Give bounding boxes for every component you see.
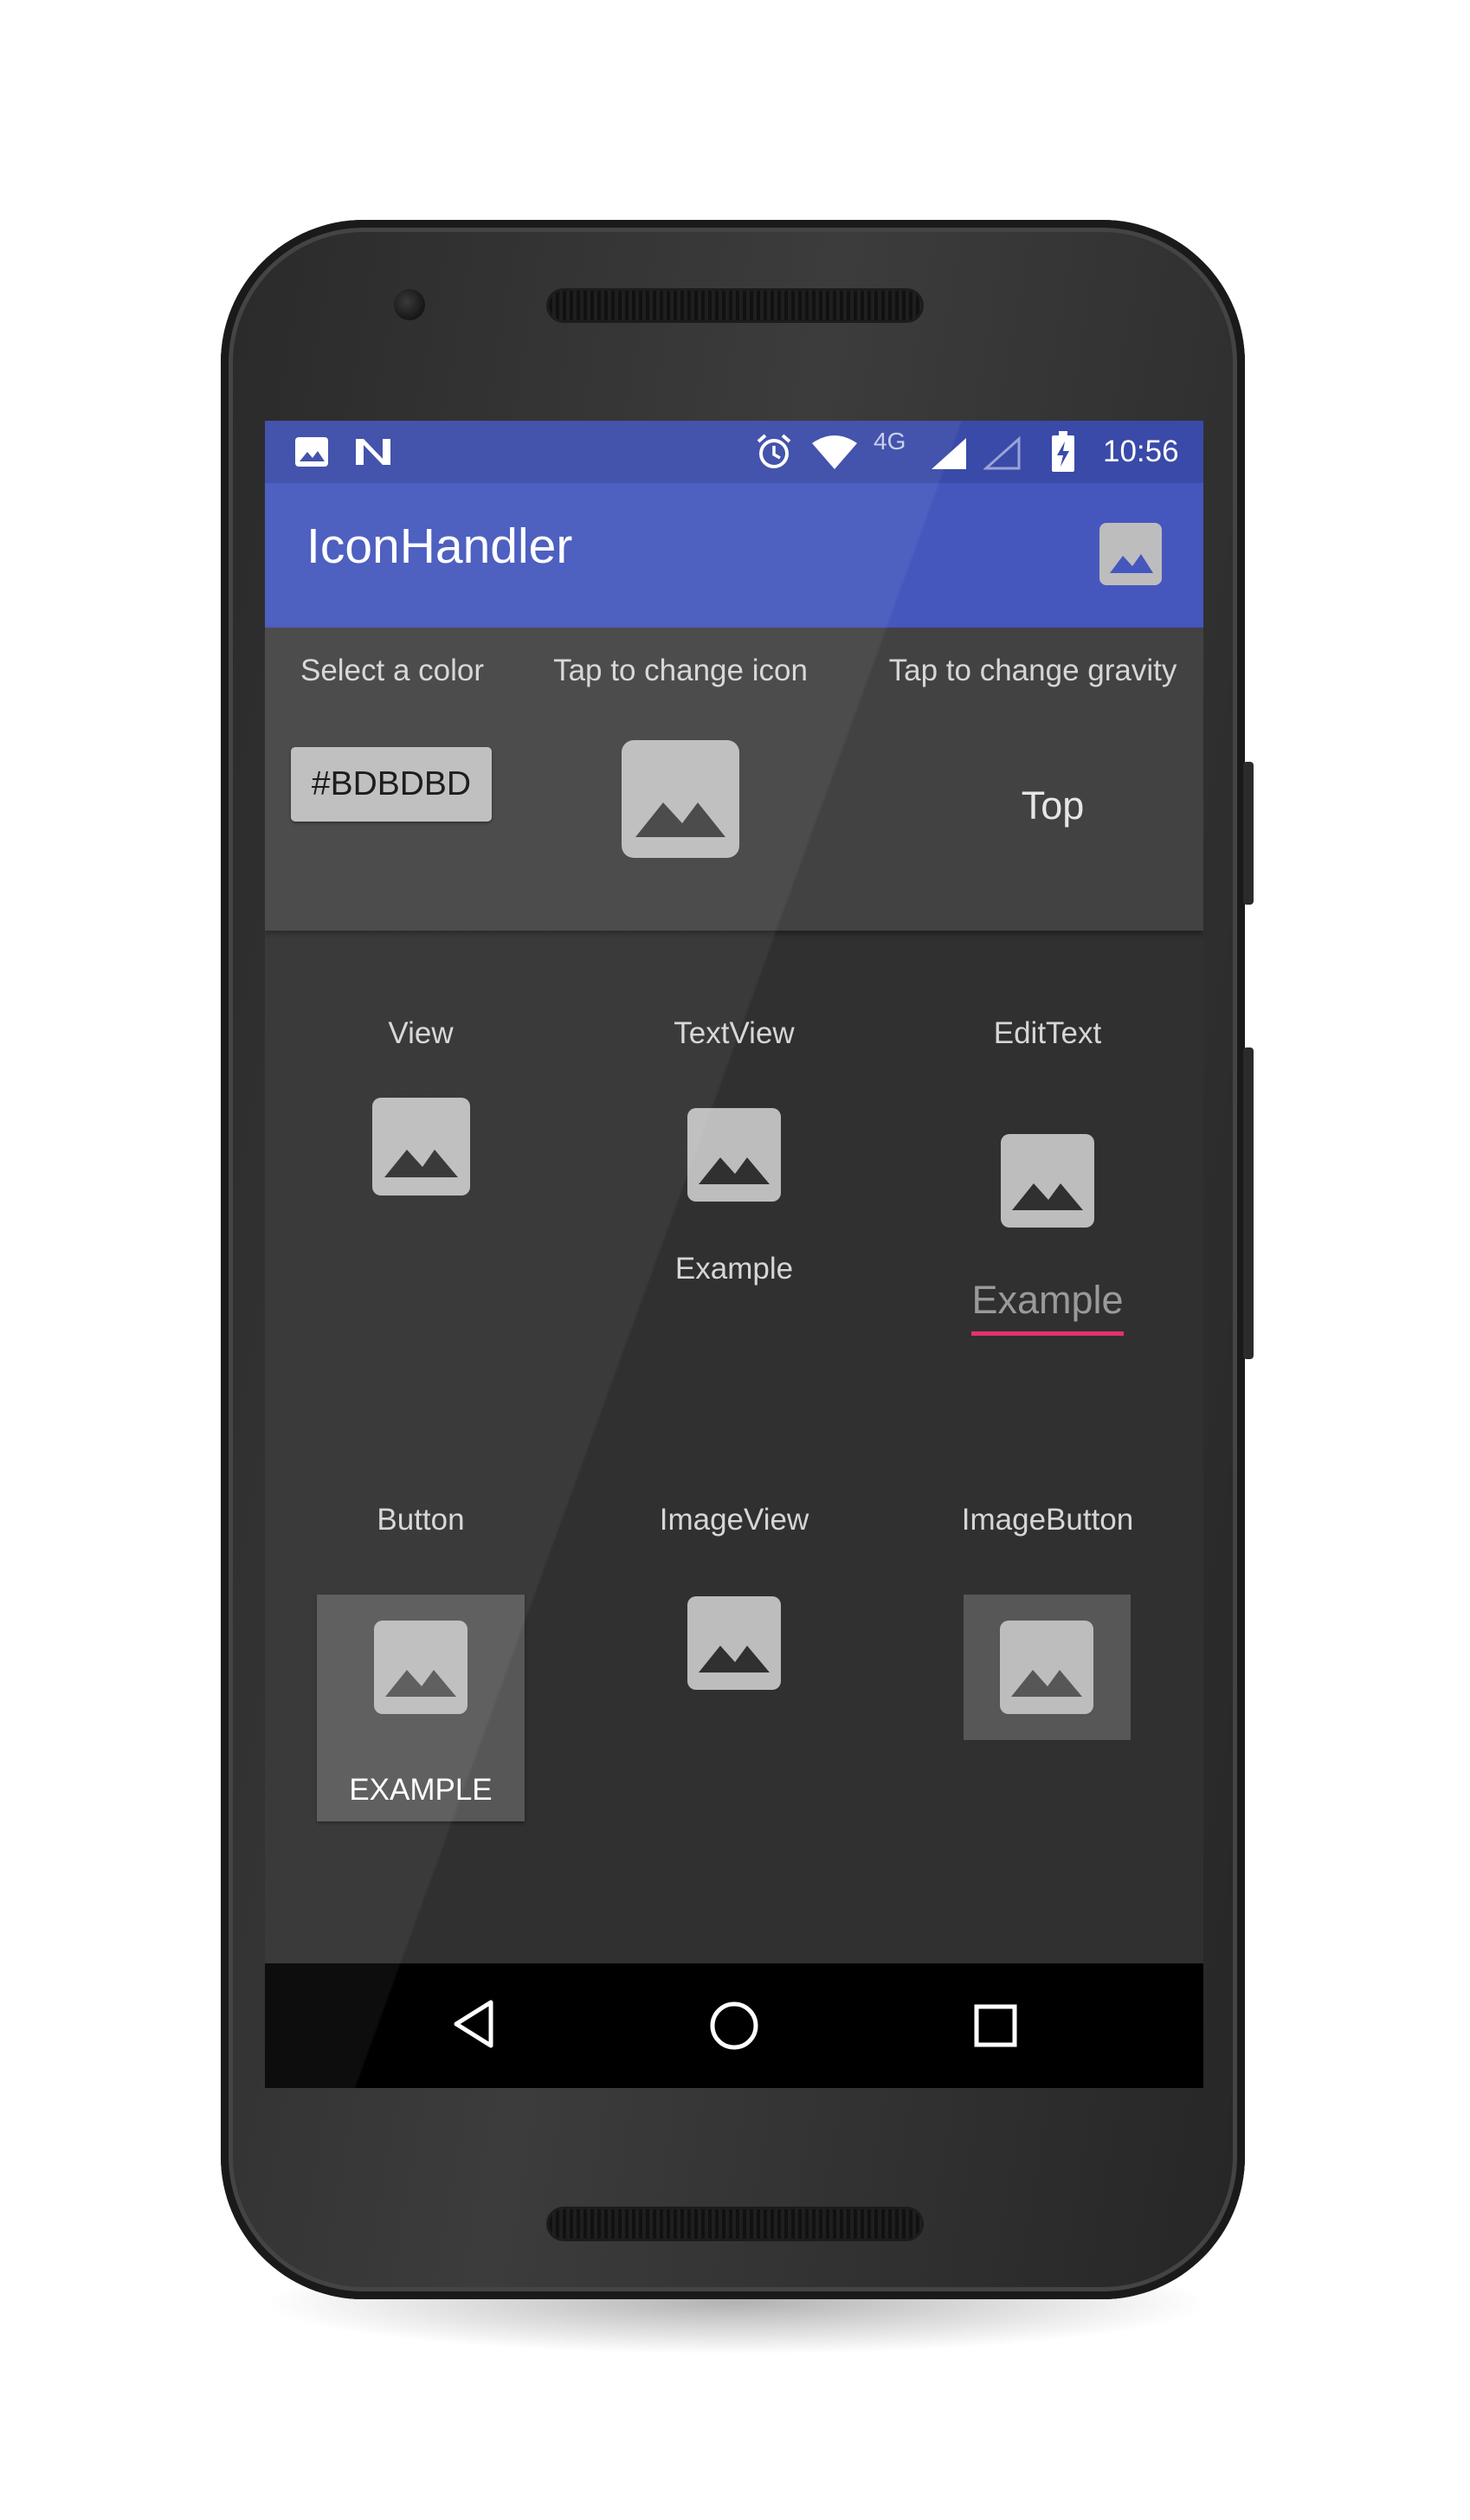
edittext-demo[interactable]: Example <box>944 1278 1151 1323</box>
imagebutton-label: ImageButton <box>961 1503 1134 1537</box>
image-icon <box>635 802 725 837</box>
status-bar: 4G 10:56 <box>265 421 1203 483</box>
imagebutton-icon <box>1000 1621 1093 1714</box>
navigation-bar <box>265 1963 1203 2088</box>
change-icon-label: Tap to change icon <box>553 654 808 687</box>
network-type-label: 4G <box>874 428 906 454</box>
app-title: IconHandler <box>306 519 573 574</box>
textview-label: TextView <box>674 1016 795 1050</box>
image-icon <box>1012 1183 1083 1210</box>
volume-button <box>1243 1047 1254 1359</box>
imageview-demo <box>687 1596 781 1690</box>
gravity-value[interactable]: Top <box>923 783 1183 828</box>
controls-panel: Select a color Tap to change icon Tap to… <box>265 628 1203 931</box>
edittext-label: EditText <box>993 1016 1102 1050</box>
home-icon[interactable] <box>708 2000 760 2052</box>
edittext-icon <box>1001 1134 1094 1228</box>
image-icon <box>699 1157 770 1184</box>
image-icon <box>384 1150 458 1177</box>
image-icon <box>699 1646 770 1672</box>
front-camera <box>394 289 425 320</box>
change-icon-button[interactable] <box>622 740 739 858</box>
recents-icon[interactable] <box>973 2003 1018 2048</box>
textview-icon <box>687 1108 781 1202</box>
button-demo[interactable]: EXAMPLE <box>317 1595 525 1821</box>
app-bar: IconHandler <box>265 483 1203 628</box>
button-icon <box>374 1621 467 1714</box>
bottom-speaker <box>549 2209 921 2239</box>
imageview-label: ImageView <box>659 1503 809 1537</box>
wifi-icon <box>810 433 859 471</box>
change-gravity-label: Tap to change gravity <box>888 654 1177 687</box>
screen: 4G 10:56 IconHandler Select a color Tap … <box>265 421 1203 2088</box>
view-label: View <box>388 1016 454 1050</box>
textview-demo: Example <box>674 1252 794 1286</box>
power-button <box>1243 762 1254 905</box>
back-icon[interactable] <box>451 1998 496 2050</box>
button-demo-text: EXAMPLE <box>349 1773 493 1807</box>
button-label: Button <box>377 1503 465 1537</box>
status-time: 10:56 <box>1103 435 1179 468</box>
image-notification-icon <box>294 436 329 467</box>
signal-empty-icon <box>983 435 1022 471</box>
battery-charging-icon <box>1051 431 1075 473</box>
image-icon <box>1011 1670 1082 1697</box>
image-icon <box>1110 554 1153 573</box>
color-picker-button[interactable]: #BDBDBD <box>291 747 492 822</box>
toolbar-image-button[interactable] <box>1099 523 1162 585</box>
imagebutton-demo[interactable] <box>964 1595 1131 1740</box>
signal-icon <box>930 436 968 471</box>
select-color-label: Select a color <box>300 654 485 687</box>
view-demo[interactable] <box>372 1098 470 1196</box>
n-notification-icon <box>353 436 393 467</box>
alarm-icon <box>755 433 793 471</box>
edittext-underline <box>971 1331 1124 1336</box>
top-speaker <box>549 291 921 320</box>
image-icon <box>385 1670 456 1697</box>
